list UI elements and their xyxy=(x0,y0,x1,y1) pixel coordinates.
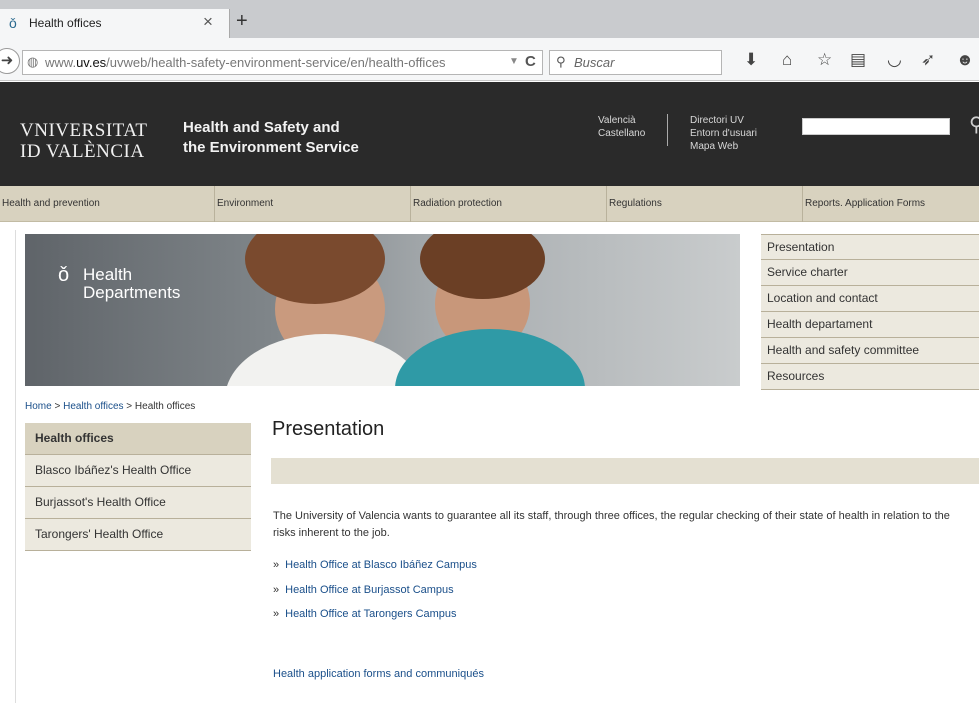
star-icon[interactable]: ☆ xyxy=(817,51,832,69)
search-icon: ⚲ xyxy=(556,54,566,69)
download-icon[interactable]: ⬇ xyxy=(744,51,758,69)
browser-navbar: ➜ ◍ www.uv.es/uvweb/health-safety-enviro… xyxy=(0,38,979,81)
nav-reports[interactable]: Reports. Application Forms xyxy=(803,186,979,222)
right-menu-presentation[interactable]: Presentation xyxy=(761,234,979,260)
left-menu-blasco[interactable]: Blasco Ibáñez's Health Office xyxy=(25,455,251,487)
tab-title: Health offices xyxy=(29,16,102,30)
university-logo[interactable]: VNIVERSITAT xyxy=(20,120,147,142)
globe-icon: ◍ xyxy=(27,54,39,69)
left-menu-tarongers[interactable]: Tarongers' Health Office xyxy=(25,519,251,551)
mapa-web-link[interactable]: Mapa Web xyxy=(690,140,757,153)
link-arrow-icon: » xyxy=(273,608,280,620)
link-tarongers-campus[interactable]: » Health Office at Tarongers Campus xyxy=(273,608,457,620)
right-menu-committee[interactable]: Health and safety committee xyxy=(761,338,979,364)
browser-tabbar: ǒ Health offices × + xyxy=(0,0,979,38)
right-menu-service-charter[interactable]: Service charter xyxy=(761,260,979,286)
browser-tab[interactable]: ǒ Health offices × xyxy=(0,9,230,38)
left-menu: Health offices Blasco Ibáñez's Health Of… xyxy=(25,423,251,551)
site-search-input[interactable] xyxy=(802,118,950,135)
link-burjassot-label: Health Office at Burjassot Campus xyxy=(285,584,454,596)
right-menu-location[interactable]: Location and contact xyxy=(761,286,979,312)
url-dropdown-icon[interactable]: ▼ xyxy=(509,56,519,67)
link-arrow-icon: » xyxy=(273,584,280,596)
service-title-line1: Health and Safety and xyxy=(183,119,340,136)
link-blasco-campus[interactable]: » Health Office at Blasco Ibáñez Campus xyxy=(273,559,477,571)
health-forms-link[interactable]: Health application forms and communiqués xyxy=(273,668,484,680)
university-logo-line2[interactable]: ID VALÈNCIA xyxy=(20,141,145,163)
send-icon[interactable]: ➶ xyxy=(921,51,935,69)
search-icon[interactable]: ⚲ xyxy=(969,112,979,137)
link-burjassot-campus[interactable]: » Health Office at Burjassot Campus xyxy=(273,584,454,596)
clipboard-icon[interactable]: ▤ xyxy=(850,51,866,69)
nav-radiation-protection[interactable]: Radiation protection xyxy=(411,186,606,222)
left-menu-burjassot[interactable]: Burjassot's Health Office xyxy=(25,487,251,519)
back-arrow-icon[interactable]: ➜ xyxy=(0,48,20,74)
lang-castellano-link[interactable]: Castellano xyxy=(598,127,645,140)
health-icon: ǒ xyxy=(58,264,70,286)
service-title[interactable]: Health and Safety and the Environment Se… xyxy=(183,118,359,158)
link-blasco-label: Health Office at Blasco Ibáñez Campus xyxy=(285,559,477,571)
service-title-line2: the Environment Service xyxy=(183,139,359,156)
nav-health-prevention[interactable]: Health and prevention xyxy=(0,186,196,222)
nav-regulations[interactable]: Regulations xyxy=(607,186,802,222)
browser-search-input[interactable]: ⚲ Buscar xyxy=(549,50,722,75)
right-menu-health-department[interactable]: Health departament xyxy=(761,312,979,338)
content-band xyxy=(271,458,979,484)
right-menu: Presentation Service charter Location an… xyxy=(761,234,979,390)
language-links: Valencià Castellano xyxy=(598,114,645,140)
directori-link[interactable]: Directori UV xyxy=(690,114,757,127)
banner-label-health: Health xyxy=(83,265,133,284)
header-links: Directori UV Entorn d'usuari Mapa Web xyxy=(690,114,757,153)
breadcrumb-current: Health offices xyxy=(134,401,196,412)
banner-image: ǒ Health Departments xyxy=(25,234,740,386)
close-tab-icon[interactable]: × xyxy=(203,12,213,32)
link-tarongers-label: Health Office at Tarongers Campus xyxy=(285,608,457,620)
divider xyxy=(667,114,668,146)
lang-valencia-link[interactable]: Valencià xyxy=(598,114,645,127)
page-title: Presentation xyxy=(272,418,385,440)
right-menu-resources[interactable]: Resources xyxy=(761,364,979,390)
chat-icon[interactable]: ☻ xyxy=(956,51,974,69)
breadcrumb-separator: > xyxy=(126,401,133,412)
url-text: www.uv.es/uvweb/health-safety-environmen… xyxy=(45,55,446,70)
url-bar[interactable]: ◍ www.uv.es/uvweb/health-safety-environm… xyxy=(22,50,543,75)
left-menu-health-offices[interactable]: Health offices xyxy=(25,423,251,455)
intro-paragraph: The University of Valencia wants to guar… xyxy=(273,510,950,539)
banner-label-departments: Departments xyxy=(83,283,181,302)
health-favicon-icon: ǒ xyxy=(9,15,17,31)
search-placeholder: Buscar xyxy=(574,55,615,70)
breadcrumb-separator: > xyxy=(54,401,61,412)
nav-environment[interactable]: Environment xyxy=(215,186,410,222)
page-edge xyxy=(15,230,16,703)
entorn-link[interactable]: Entorn d'usuari xyxy=(690,127,757,140)
pocket-icon[interactable]: ◡ xyxy=(887,51,902,69)
new-tab-button[interactable]: + xyxy=(236,11,248,31)
site-header: VNIVERSITAT ID VALÈNCIA Health and Safet… xyxy=(0,82,979,186)
reload-icon[interactable]: C xyxy=(525,53,536,70)
breadcrumb-health-offices[interactable]: Health offices xyxy=(63,401,123,412)
breadcrumb-home[interactable]: Home xyxy=(25,401,52,412)
main-nav: Health and prevention Environment Radiat… xyxy=(0,186,979,222)
link-arrow-icon: » xyxy=(273,559,280,571)
home-icon[interactable]: ⌂ xyxy=(782,51,792,69)
breadcrumb: Home > Health offices > Health offices xyxy=(25,401,195,412)
